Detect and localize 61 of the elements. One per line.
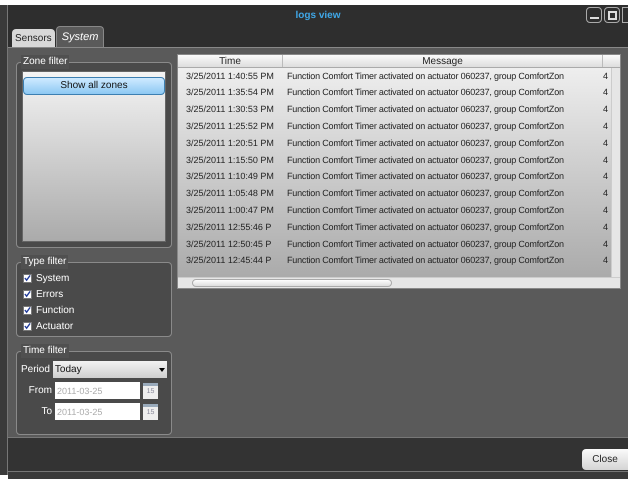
- type-checkbox[interactable]: System: [23, 270, 165, 286]
- table-cell-text: Function Comfort Timer activated on actuator 060237, group ComfortZon: [286, 103, 565, 116]
- table-cell-text: Function Comfort Timer activated on actuator 060237, group ComfortZon: [286, 170, 565, 184]
- show-all-zones-button[interactable]: Show all zones: [23, 76, 165, 94]
- table-cell-text: 3/25/2011 1:30:53 PM: [185, 103, 275, 116]
- period-dropdown[interactable]: Today: [52, 361, 167, 378]
- group-title: Zone filter: [21, 55, 70, 69]
- group-title: Type filter: [21, 255, 68, 269]
- group-title: Time filter: [21, 344, 69, 358]
- table-cell-text: 4: [602, 170, 608, 184]
- table-cell-text: 4: [602, 187, 608, 200]
- table-cell-text: Function Comfort Timer activated on actuator 060237, group ComfortZon: [286, 204, 565, 218]
- table-cell-text: Function Comfort Timer activated on actuator 060237, group ComfortZon: [286, 154, 565, 167]
- horizontal-scrollbar[interactable]: [178, 277, 620, 288]
- table-cell-text: Function Comfort Timer activated on actuator 060237, group ComfortZon: [286, 187, 565, 200]
- table-cell-text: 4: [602, 154, 608, 167]
- date-label: To: [40, 405, 52, 419]
- zone-list[interactable]: Show all zones: [22, 71, 166, 242]
- table-cell-text: Function Comfort Timer activated on actuator 060237, group ComfortZon: [286, 220, 565, 234]
- table-cell-text: 4: [602, 136, 608, 150]
- minimize-icon[interactable]: [586, 7, 602, 23]
- table-cell-text: 3/25/2011 1:35:54 PM: [185, 86, 275, 100]
- table-cell-text: 3/25/2011 12:45:44 P: [185, 254, 272, 268]
- table-cell-text: 3/25/2011 1:00:47 PM: [185, 204, 275, 218]
- table-cell-text: 4: [602, 220, 608, 234]
- table-cell-text: 4: [602, 86, 608, 100]
- maximize-icon[interactable]: [604, 7, 620, 23]
- table-cell-text: Function Comfort Timer activated on actuator 060237, group ComfortZon: [286, 254, 565, 268]
- table-cell-text: 3/25/2011 1:40:55 PM: [185, 70, 275, 83]
- table-cell-text: 3/25/2011 1:25:52 PM: [185, 120, 275, 134]
- vertical-scrollbar[interactable]: [611, 68, 620, 277]
- type-checkbox[interactable]: Actuator: [23, 318, 165, 334]
- table-cell-text: 4: [602, 70, 608, 83]
- table-cell-text: Function Comfort Timer activated on actuator 060237, group ComfortZon: [286, 136, 565, 150]
- table-cell-text: Function Comfort Timer activated on actuator 060237, group ComfortZon: [286, 86, 565, 100]
- period-label: Period: [21, 363, 50, 377]
- table-cell-text: 4: [602, 254, 608, 268]
- table-cell-text: 4: [602, 204, 608, 218]
- table-cell-text: 3/25/2011 12:50:45 P: [185, 238, 272, 251]
- tab[interactable]: Sensors: [12, 29, 55, 47]
- table-cell-text: 3/25/2011 1:15:50 PM: [185, 154, 275, 167]
- type-checkbox[interactable]: Errors: [23, 286, 165, 302]
- close-icon[interactable]: [622, 7, 628, 23]
- caret-icon: [159, 368, 165, 372]
- table-cell-text: 3/25/2011 12:55:46 P: [185, 220, 272, 234]
- window-title: logs view: [295, 8, 340, 22]
- close-button[interactable]: Close: [582, 449, 628, 470]
- table-cell-text: 4: [602, 103, 608, 116]
- table-cell-text: 3/25/2011 1:05:48 PM: [185, 187, 275, 200]
- table-cell-text: Function Comfort Timer activated on actuator 060237, group ComfortZon: [286, 70, 565, 83]
- table-cell-text: 3/25/2011 1:20:51 PM: [185, 136, 275, 150]
- table-cell-text: Function Comfort Timer activated on actuator 060237, group ComfortZon: [286, 120, 565, 134]
- column-header[interactable]: Message: [283, 55, 603, 67]
- table-cell-text: Function Comfort Timer activated on actuator 060237, group ComfortZon: [286, 238, 565, 251]
- column-header[interactable]: Time: [178, 55, 283, 67]
- tab[interactable]: System: [56, 26, 104, 47]
- table-cell-text: 4: [602, 238, 608, 251]
- type-checkbox[interactable]: Function: [23, 302, 165, 318]
- date-label: From: [28, 384, 52, 398]
- table-cell-text: 4: [602, 120, 608, 134]
- table-cell-text: 3/25/2011 1:10:49 PM: [185, 170, 275, 184]
